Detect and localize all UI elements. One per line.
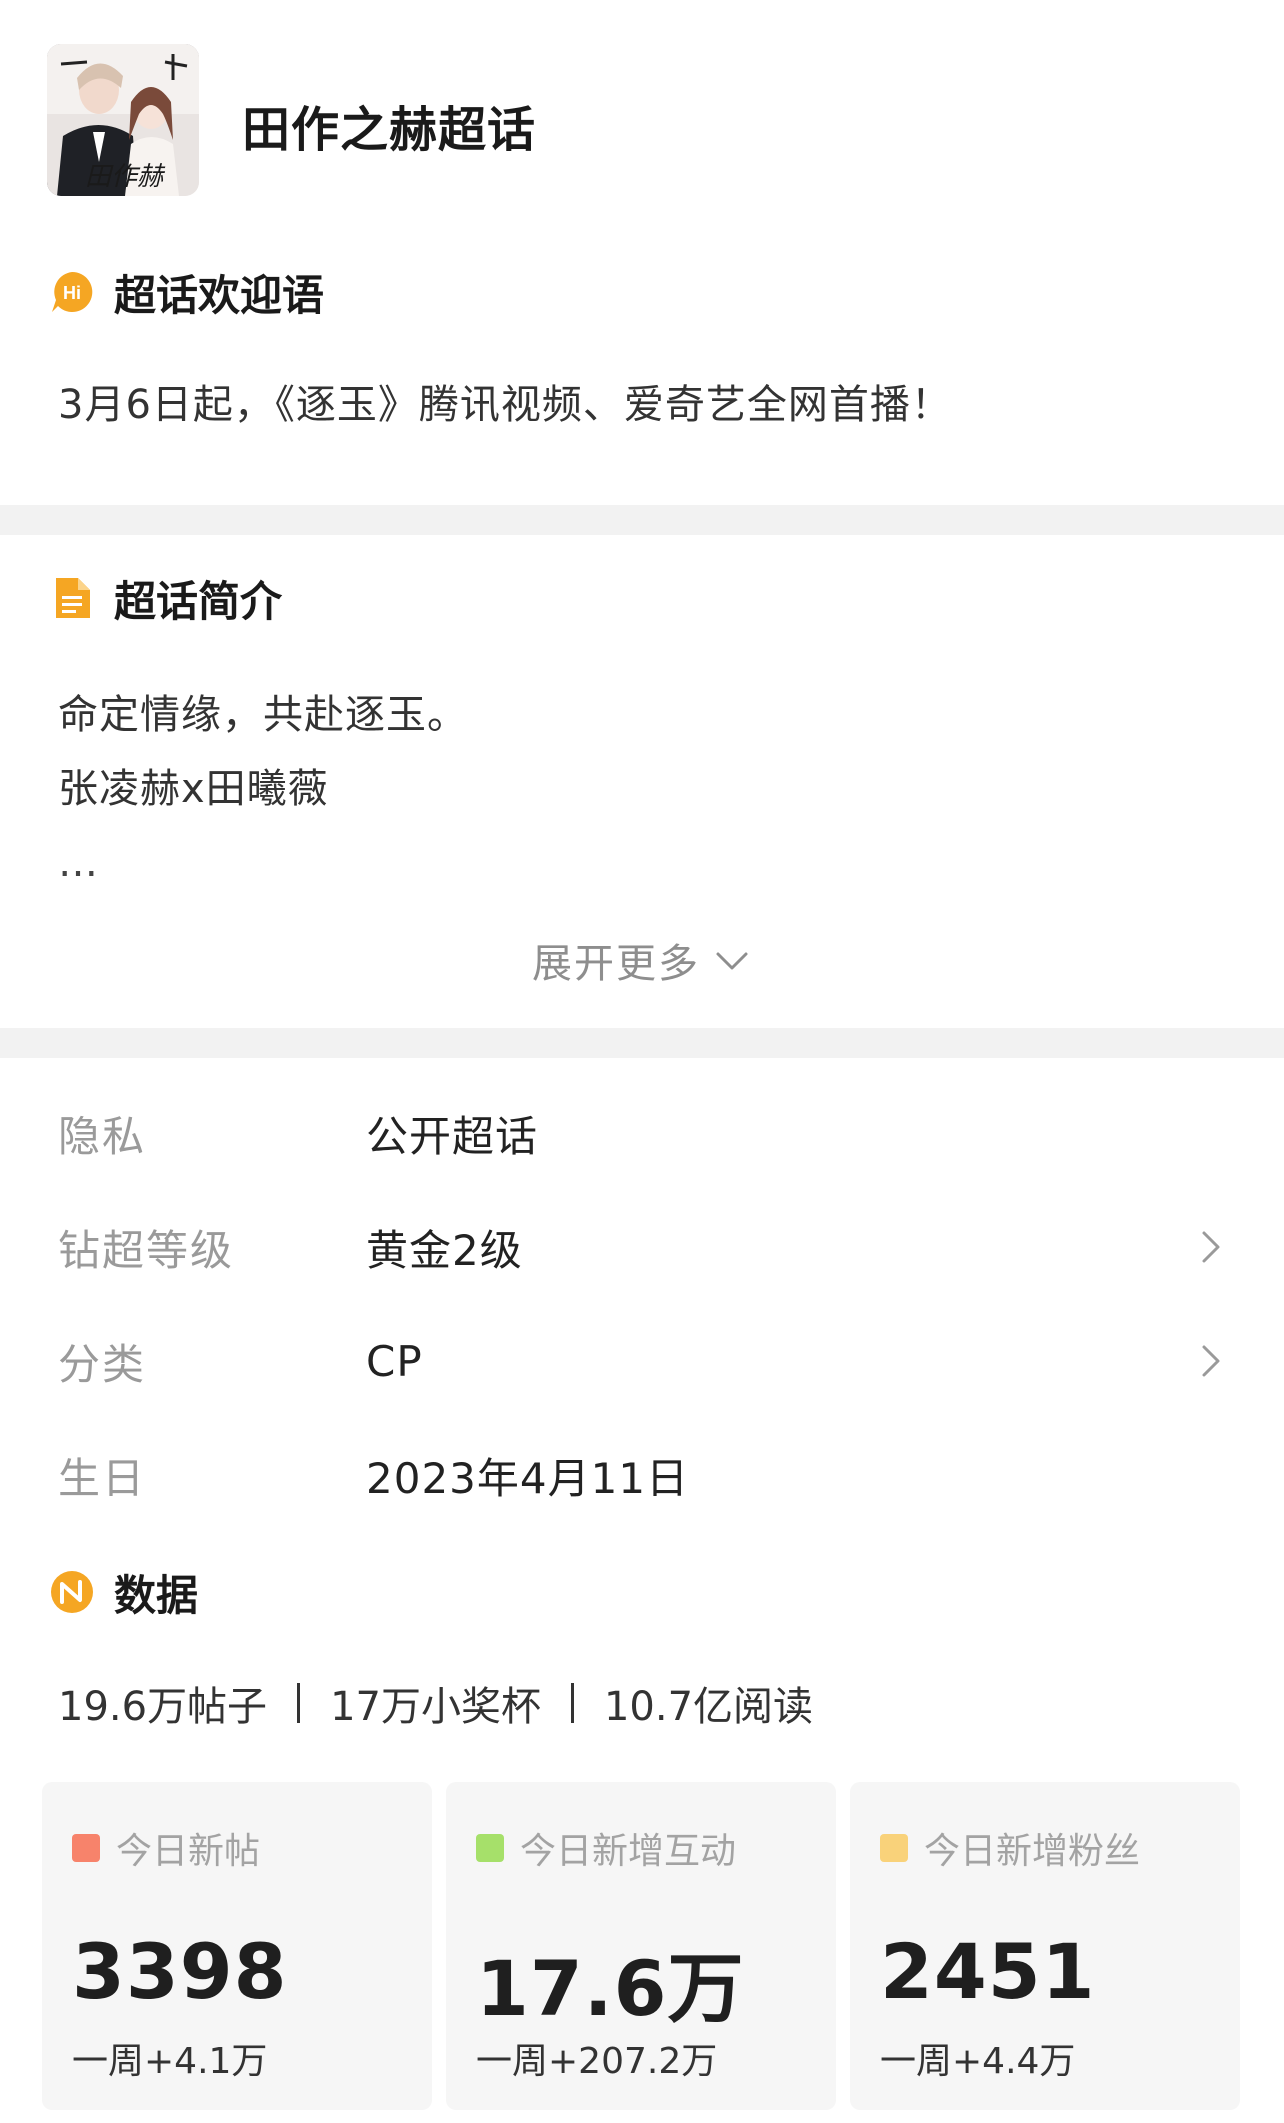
info-value: 2023年4月11日: [366, 1453, 690, 1503]
legend-square-icon: [880, 1834, 908, 1862]
intro-heading: 超话简介: [114, 576, 283, 626]
card-label-text: 今日新帖: [116, 1831, 261, 1872]
card-value: 2451: [880, 1927, 1096, 2016]
expand-more-label: 展开更多: [532, 941, 700, 987]
intro-ellipsis: …: [58, 840, 102, 886]
card-label: 今日新帖: [72, 1822, 260, 1874]
chevron-down-icon: [716, 952, 748, 970]
document-icon: [50, 576, 94, 620]
data-heading: 数据: [114, 1570, 199, 1620]
hi-icon: Hi: [50, 270, 94, 314]
data-icon: [50, 1570, 94, 1614]
card-label: 今日新增粉丝: [880, 1822, 1140, 1874]
svg-text:Hi: Hi: [63, 283, 81, 303]
info-label: 分类: [58, 1339, 147, 1389]
section-divider: [0, 1028, 1284, 1058]
avatar[interactable]: 田作赫: [47, 44, 199, 196]
card-label: 今日新增互动: [476, 1822, 736, 1874]
expand-more-button[interactable]: 展开更多: [532, 930, 750, 990]
info-label: 隐私: [58, 1111, 147, 1161]
stat-posts: 19.6万帖子: [58, 1684, 268, 1730]
welcome-heading: 超话欢迎语: [114, 270, 325, 320]
info-row-birthday: 生日 2023年4月11日: [0, 1420, 1284, 1530]
info-value: 黄金2级: [366, 1225, 523, 1275]
legend-square-icon: [72, 1834, 100, 1862]
intro-line: 命定情缘，共赴逐玉。: [58, 692, 468, 738]
page-header: 田作赫 田作之赫超话: [0, 0, 1284, 236]
stat-separator: [297, 1683, 301, 1723]
info-row-privacy: 隐私 公开超话: [0, 1078, 1284, 1188]
legend-square-icon: [476, 1834, 504, 1862]
stat-reads: 10.7亿阅读: [603, 1684, 814, 1730]
chevron-right-icon: [1202, 1231, 1220, 1263]
stat-card-new-interactions[interactable]: 今日新增互动 17.6万 一周+207.2万: [446, 1782, 836, 2110]
stat-card-new-posts[interactable]: 今日新帖 3398 一周+4.1万: [42, 1782, 432, 2110]
card-value: 3398: [72, 1927, 288, 2016]
info-value: CP: [366, 1336, 423, 1386]
card-value: 17.6万: [476, 1944, 745, 2033]
intro-section-header: 超话简介: [50, 568, 282, 628]
avatar-caption: 田作赫: [85, 162, 164, 192]
section-divider: [0, 505, 1284, 535]
stat-card-new-fans[interactable]: 今日新增粉丝 2451 一周+4.4万: [850, 1782, 1240, 2110]
stat-separator: [570, 1683, 574, 1723]
chevron-right-icon: [1202, 1345, 1220, 1377]
welcome-text: 3月6日起，《逐玉》腾讯视频、爱奇艺全网首播！: [58, 382, 952, 428]
data-section-header: 数据: [50, 1562, 198, 1622]
card-week: 一周+207.2万: [476, 2041, 718, 2082]
stats-summary: 19.6万帖子 17万小奖杯 10.7亿阅读: [58, 1674, 813, 1732]
page-title: 田作之赫超话: [242, 102, 537, 158]
card-label-text: 今日新增互动: [520, 1831, 737, 1872]
card-label-text: 今日新增粉丝: [924, 1831, 1141, 1872]
card-week: 一周+4.1万: [72, 2041, 268, 2082]
welcome-section-header: Hi 超话欢迎语: [50, 262, 324, 322]
intro-line: 张凌赫x田曦薇: [58, 766, 329, 812]
stat-trophies: 17万小奖杯: [330, 1684, 541, 1730]
info-row-category[interactable]: 分类 CP: [0, 1306, 1284, 1416]
card-week: 一周+4.4万: [880, 2041, 1076, 2082]
info-label: 钻超等级: [58, 1225, 235, 1275]
info-label: 生日: [58, 1453, 147, 1503]
info-row-level[interactable]: 钻超等级 黄金2级: [0, 1192, 1284, 1302]
info-value: 公开超话: [366, 1111, 539, 1161]
